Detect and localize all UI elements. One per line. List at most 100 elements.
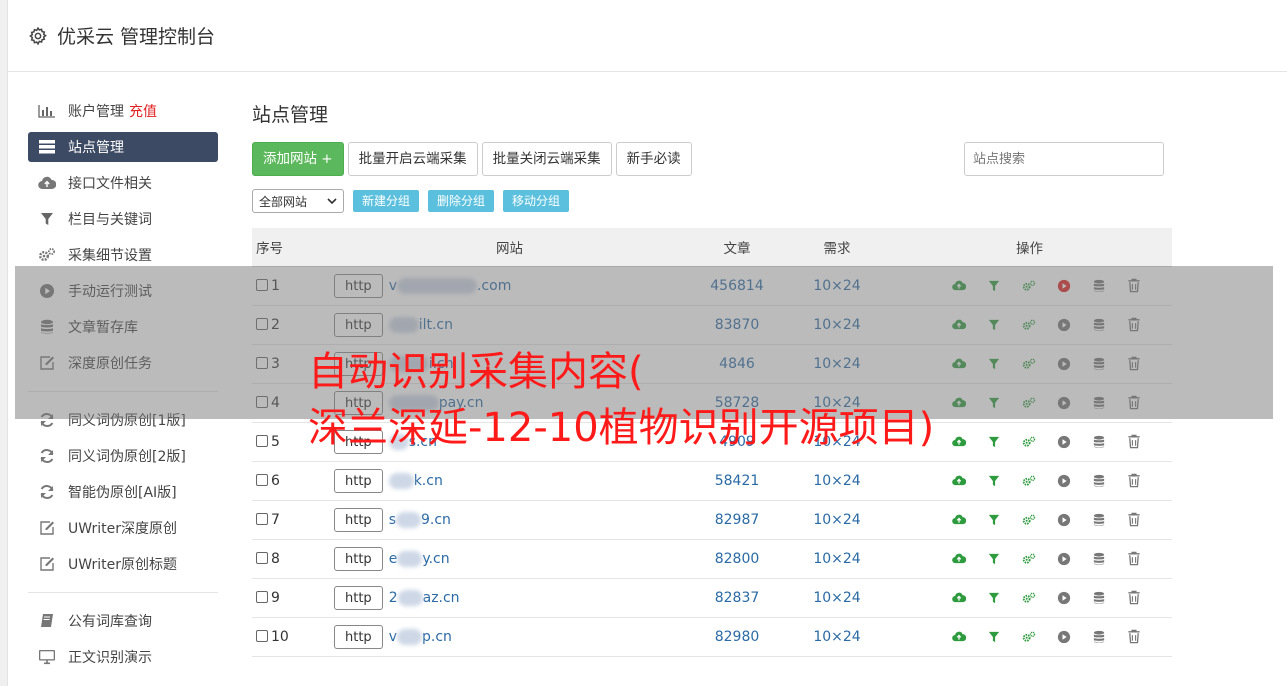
cloud-upload-icon[interactable] xyxy=(952,591,966,605)
row-no-cell: 7 xyxy=(252,500,332,540)
gears-icon[interactable] xyxy=(1022,474,1036,488)
cloud-upload-icon[interactable] xyxy=(952,630,966,644)
site-domain-link[interactable]: k.cn xyxy=(388,472,443,489)
book-icon xyxy=(38,613,56,629)
play-circle-icon[interactable] xyxy=(1057,513,1071,527)
sidebar-item[interactable]: UWriter原创标题 xyxy=(28,546,218,582)
app-title: 优采云 管理控制台 xyxy=(57,26,216,48)
gear-icon[interactable] xyxy=(28,26,48,46)
database-icon[interactable] xyxy=(1092,591,1106,605)
gears-icon[interactable] xyxy=(1022,552,1036,566)
cloud-upload-icon[interactable] xyxy=(952,474,966,488)
sidebar-item[interactable]: 智能伪原创[AI版] xyxy=(28,474,218,510)
trash-icon[interactable] xyxy=(1127,512,1141,527)
filter-icon[interactable] xyxy=(987,513,1001,527)
gears-icon xyxy=(38,247,56,263)
sidebar-item[interactable]: UWriter深度原创 xyxy=(28,510,218,546)
row-articles[interactable]: 58421 xyxy=(687,461,787,501)
row-articles[interactable]: 82987 xyxy=(687,500,787,540)
row-checkbox[interactable] xyxy=(256,434,268,447)
batch-open-cloud-button[interactable]: 批量开启云端采集 xyxy=(347,142,478,176)
sidebar-item[interactable]: 接口文件相关 xyxy=(28,165,218,201)
add-site-button[interactable]: 添加网站 + xyxy=(252,142,344,176)
gears-icon[interactable] xyxy=(1022,435,1036,449)
http-badge[interactable]: http xyxy=(334,624,383,649)
refresh-icon xyxy=(38,484,56,500)
play-circle-icon[interactable] xyxy=(1057,435,1071,449)
row-need[interactable]: 10×24 xyxy=(787,461,887,501)
row-checkbox[interactable] xyxy=(256,629,268,642)
row-need[interactable]: 10×24 xyxy=(787,617,887,657)
database-icon[interactable] xyxy=(1092,435,1106,449)
database-icon[interactable] xyxy=(1092,630,1106,644)
sidebar-item[interactable]: 公有词库查询 xyxy=(28,603,218,639)
trash-icon[interactable] xyxy=(1127,473,1141,488)
http-badge[interactable]: http xyxy=(334,468,383,493)
gears-icon[interactable] xyxy=(1022,630,1036,644)
row-articles[interactable]: 82980 xyxy=(687,617,787,657)
sidebar-item[interactable]: 账户管理 充值 xyxy=(28,93,218,129)
batch-close-cloud-button[interactable]: 批量关闭云端采集 xyxy=(481,142,612,176)
play-circle-icon[interactable] xyxy=(1057,474,1071,488)
play-circle-icon[interactable] xyxy=(1057,552,1071,566)
row-site-cell: http 2 az.cn xyxy=(332,578,687,618)
cloud-upload-icon[interactable] xyxy=(952,552,966,566)
trash-icon[interactable] xyxy=(1127,434,1141,449)
trash-icon[interactable] xyxy=(1127,551,1141,566)
row-need[interactable]: 10×24 xyxy=(787,539,887,579)
filter-icon[interactable] xyxy=(987,630,1001,644)
row-ops-cell xyxy=(887,461,1172,501)
row-articles[interactable]: 82800 xyxy=(687,539,787,579)
gears-icon[interactable] xyxy=(1022,591,1036,605)
row-site-cell: http e y.cn xyxy=(332,539,687,579)
trash-icon[interactable] xyxy=(1127,590,1141,605)
gears-icon[interactable] xyxy=(1022,513,1036,527)
edit-icon xyxy=(38,556,56,572)
cloud-upload-icon[interactable] xyxy=(952,435,966,449)
play-circle-icon[interactable] xyxy=(1057,630,1071,644)
sidebar-item[interactable]: 站点管理 xyxy=(28,132,218,162)
group-select[interactable]: 全部网站 xyxy=(252,189,344,213)
site-domain-link[interactable]: e y.cn xyxy=(389,550,450,567)
row-need[interactable]: 10×24 xyxy=(787,500,887,540)
database-icon[interactable] xyxy=(1092,513,1106,527)
sidebar-item[interactable]: 正文识别演示 xyxy=(28,639,218,675)
filter-icon[interactable] xyxy=(987,435,1001,449)
row-number: 9 xyxy=(271,589,280,606)
overlay-line-1: 自动识别采集内容( xyxy=(308,349,644,395)
play-circle-icon[interactable] xyxy=(1057,591,1071,605)
site-domain-link[interactable]: 2 az.cn xyxy=(389,589,460,606)
site-domain-link[interactable]: s 9.cn xyxy=(389,511,451,528)
database-icon[interactable] xyxy=(1092,474,1106,488)
http-badge[interactable]: http xyxy=(334,507,383,532)
sidebar-item[interactable]: 栏目与关键词 xyxy=(28,201,218,237)
row-checkbox[interactable] xyxy=(256,473,268,486)
filter-icon[interactable] xyxy=(987,552,1001,566)
sidebar-divider xyxy=(28,592,218,593)
row-number: 10 xyxy=(271,628,289,645)
row-checkbox[interactable] xyxy=(256,551,268,564)
sidebar-item[interactable]: 同义词伪原创[2版] xyxy=(28,438,218,474)
http-badge[interactable]: http xyxy=(334,546,383,571)
cloud-upload-icon[interactable] xyxy=(952,513,966,527)
site-search-input[interactable] xyxy=(964,142,1164,176)
site-domain-link[interactable]: v p.cn xyxy=(389,628,452,645)
row-checkbox[interactable] xyxy=(256,512,268,525)
filter-icon[interactable] xyxy=(987,591,1001,605)
row-ops-cell xyxy=(887,500,1172,540)
row-checkbox[interactable] xyxy=(256,590,268,603)
new-group-button[interactable]: 新建分组 xyxy=(353,190,420,212)
domain-suffix: az.cn xyxy=(422,589,460,606)
filter-icon[interactable] xyxy=(987,474,1001,488)
delete-group-button[interactable]: 删除分组 xyxy=(428,190,495,212)
row-ops-cell xyxy=(887,617,1172,657)
row-need[interactable]: 10×24 xyxy=(787,578,887,618)
trash-icon[interactable] xyxy=(1127,629,1141,644)
database-icon[interactable] xyxy=(1092,552,1106,566)
sidebar-item-label: 账户管理 xyxy=(68,104,124,120)
recharge-link[interactable]: 充值 xyxy=(129,101,157,121)
newbie-guide-button[interactable]: 新手必读 xyxy=(615,142,692,176)
row-articles[interactable]: 82837 xyxy=(687,578,787,618)
move-group-button[interactable]: 移动分组 xyxy=(503,190,570,212)
http-badge[interactable]: http xyxy=(334,585,383,610)
